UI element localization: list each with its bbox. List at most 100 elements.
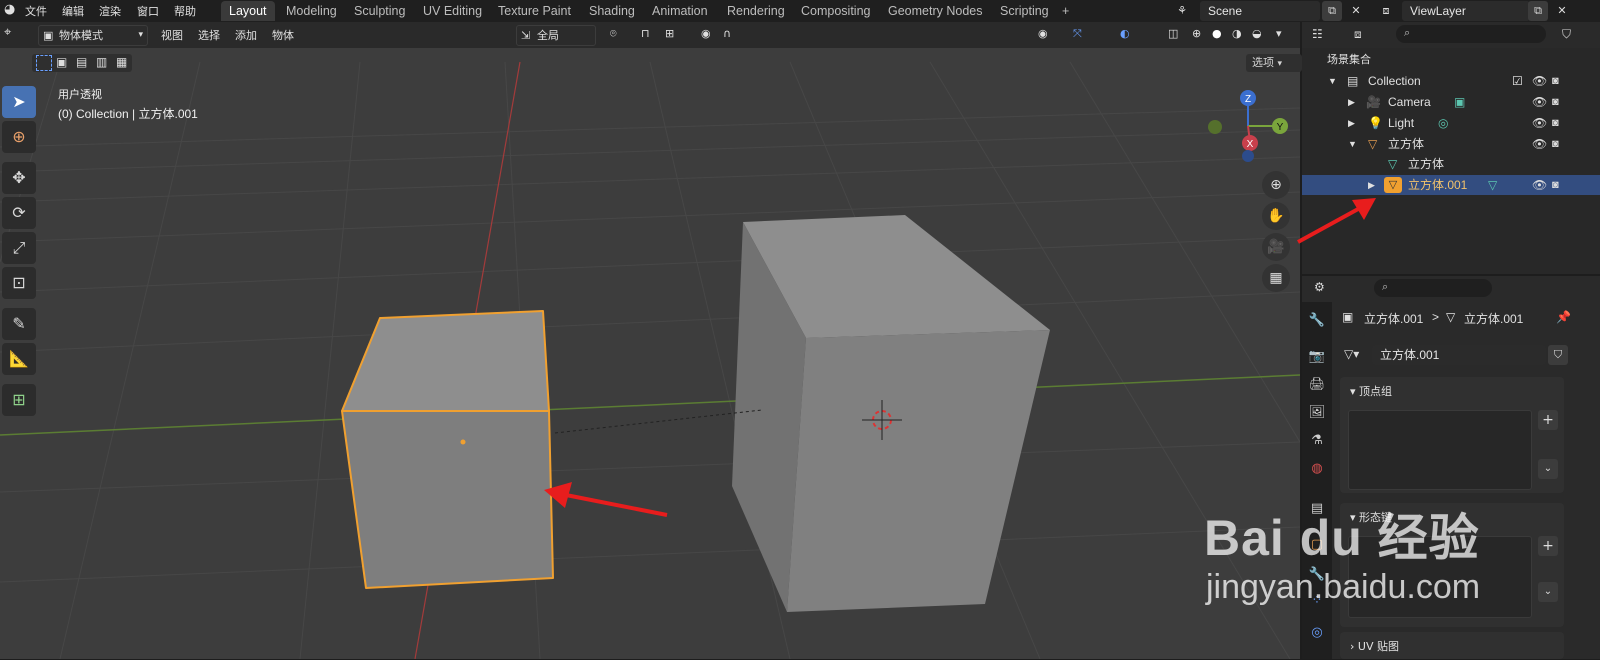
blender-logo-icon[interactable]: ◕ xyxy=(4,2,15,17)
cursor-tool[interactable]: ⊕ xyxy=(2,121,36,153)
outliner-row-camera[interactable]: ▶ 🎥 Camera ▣ 👁 ◙ xyxy=(1302,92,1600,112)
outliner-row-cube[interactable]: ▼ ▽ 立方体 👁 ◙ xyxy=(1302,134,1600,154)
camera-render-icon[interactable]: ◙ xyxy=(1552,71,1559,91)
pin-icon[interactable]: 📌 xyxy=(1556,310,1571,324)
view-layer-tab-icon[interactable]: 🖼 xyxy=(1306,402,1328,424)
zoom-icon[interactable]: ⊕ xyxy=(1262,171,1290,199)
tab-scripting[interactable]: Scripting xyxy=(992,1,1057,21)
menu-edit[interactable]: 编辑 xyxy=(62,3,84,19)
snap-target-icon[interactable]: ⊞ xyxy=(665,27,674,40)
camera-render-icon[interactable]: ◙ xyxy=(1552,92,1559,112)
tab-animation[interactable]: Animation xyxy=(644,1,716,21)
menu-window[interactable]: 窗口 xyxy=(137,3,159,19)
gizmo-neg-z[interactable] xyxy=(1242,150,1254,162)
close-scene-icon[interactable]: ✕ xyxy=(1346,1,1366,21)
selected-cube-object[interactable] xyxy=(341,310,554,589)
visibility-icon[interactable]: ◉ xyxy=(1038,27,1048,40)
material-shading-icon[interactable]: ◑ xyxy=(1232,27,1242,40)
perspective-grid-icon[interactable]: ▦ xyxy=(1262,264,1290,292)
eye-icon[interactable]: 👁 xyxy=(1532,134,1547,154)
view-layer-field[interactable]: ViewLayer xyxy=(1402,1,1530,21)
breadcrumb-object[interactable]: 立方体.001 xyxy=(1364,310,1423,327)
mesh-data-icon[interactable]: ▽ xyxy=(1488,175,1497,195)
select-new-icon[interactable] xyxy=(36,55,52,71)
pivot-point-icon[interactable]: ⌾ xyxy=(610,27,617,41)
tab-compositing[interactable]: Compositing xyxy=(793,1,878,21)
scale-tool[interactable]: ⤢ xyxy=(2,232,36,264)
output-tab-icon[interactable]: 🖨 xyxy=(1306,374,1328,396)
eye-icon[interactable]: 👁 xyxy=(1532,113,1547,133)
shading-options-icon[interactable]: ▾ xyxy=(1276,27,1282,40)
chevron-right-icon[interactable]: ▶ xyxy=(1348,113,1355,133)
gizmo-icon[interactable]: ⤧ xyxy=(1073,27,1082,41)
tab-layout[interactable]: Layout xyxy=(221,1,275,21)
add-shape-key-button[interactable]: + xyxy=(1538,536,1558,556)
world-tab-icon[interactable]: ◍ xyxy=(1306,458,1328,480)
mesh-name-field[interactable]: 立方体.001 xyxy=(1372,345,1546,365)
camera-render-icon[interactable]: ◙ xyxy=(1552,113,1559,133)
menu-render[interactable]: 渲染 xyxy=(99,3,121,19)
menu-add[interactable]: 添加 xyxy=(235,27,257,43)
add-cube-tool[interactable]: ⊞ xyxy=(2,384,36,416)
fake-user-shield-icon[interactable]: ⛉ xyxy=(1548,345,1568,365)
camera-view-icon[interactable]: 🎥 xyxy=(1262,233,1290,261)
menu-file[interactable]: 文件 xyxy=(25,3,47,19)
checkbox-icon[interactable]: ☑ xyxy=(1512,71,1523,91)
properties-search-input[interactable]: ⌕ xyxy=(1374,279,1492,297)
transform-tool[interactable]: ⊡ xyxy=(2,267,36,299)
tab-sculpting[interactable]: Sculpting xyxy=(346,1,413,21)
tool-tab-icon[interactable]: 🔧 xyxy=(1306,310,1328,332)
display-mode-icon[interactable]: ⧈ xyxy=(1354,27,1362,42)
move-tool[interactable]: ✥ xyxy=(2,162,36,194)
falloff-icon[interactable]: ∩ xyxy=(723,27,731,40)
camera-render-icon[interactable]: ◙ xyxy=(1552,175,1559,195)
gizmo-neg-y[interactable] xyxy=(1208,120,1222,134)
shape-key-menu-button[interactable]: ⌄ xyxy=(1538,582,1558,602)
add-workspace-button[interactable]: + xyxy=(1054,1,1077,21)
tab-modeling[interactable]: Modeling xyxy=(278,1,345,21)
transform-orientation-dropdown[interactable]: ⇲ 全局 xyxy=(516,25,596,46)
camera-data-icon[interactable]: ▣ xyxy=(1454,92,1465,112)
select-intersect-icon[interactable]: ▦ xyxy=(116,55,127,69)
overlays-icon[interactable]: ◐ xyxy=(1120,27,1130,40)
wireframe-shading-icon[interactable]: ⊕ xyxy=(1192,27,1201,40)
render-tab-icon[interactable]: 📷 xyxy=(1306,346,1328,368)
outliner-row-collection[interactable]: ▼ ▤ Collection ☑ 👁 ◙ xyxy=(1302,71,1600,91)
new-view-layer-icon[interactable]: ⧉ xyxy=(1528,1,1548,21)
light-data-icon[interactable]: ◎ xyxy=(1438,113,1448,133)
select-subtract-icon[interactable]: ▤ xyxy=(76,55,87,69)
close-view-layer-icon[interactable]: ✕ xyxy=(1552,1,1572,21)
menu-object[interactable]: 物体 xyxy=(272,27,294,43)
rotate-tool[interactable]: ⟳ xyxy=(2,197,36,229)
tab-shading[interactable]: Shading xyxy=(581,1,643,21)
vertex-groups-header[interactable]: ▾ 顶点组 xyxy=(1340,377,1564,405)
mode-dropdown[interactable]: ▣ 物体模式 ▾ xyxy=(38,25,148,46)
cube-object[interactable] xyxy=(732,215,1050,612)
new-scene-icon[interactable]: ⧉ xyxy=(1322,1,1342,21)
tab-rendering[interactable]: Rendering xyxy=(719,1,793,21)
xray-icon[interactable]: ◫ xyxy=(1168,27,1178,40)
pan-hand-icon[interactable]: ✋ xyxy=(1262,202,1290,230)
options-dropdown[interactable]: 选项 ▾ xyxy=(1246,54,1302,72)
scene-tab-icon[interactable]: ⚗ xyxy=(1306,430,1328,452)
eye-icon[interactable]: 👁 xyxy=(1532,71,1547,91)
scene-icon[interactable]: ⚘ xyxy=(1172,1,1192,21)
vertex-group-menu-button[interactable]: ⌄ xyxy=(1538,459,1558,479)
menu-select[interactable]: 选择 xyxy=(198,27,220,43)
measure-tool[interactable]: 📐 xyxy=(2,343,36,375)
filter-icon[interactable]: ⛉ xyxy=(1562,27,1571,42)
tab-geometry-nodes[interactable]: Geometry Nodes xyxy=(880,1,990,21)
select-difference-icon[interactable]: ▥ xyxy=(96,55,107,69)
tab-uv-editing[interactable]: UV Editing xyxy=(415,1,490,21)
outliner-search-input[interactable]: ⌕ xyxy=(1396,25,1546,43)
select-box-tool[interactable]: ➤ xyxy=(2,86,36,118)
add-vertex-group-button[interactable]: + xyxy=(1538,410,1558,430)
eye-icon[interactable]: 👁 xyxy=(1532,92,1547,112)
menu-view[interactable]: 视图 xyxy=(161,27,183,43)
editor-type-icon[interactable]: ⌖ xyxy=(4,25,11,40)
chevron-down-icon[interactable]: ▼ xyxy=(1348,134,1357,154)
proportional-edit-icon[interactable]: ◉ xyxy=(701,27,711,40)
menu-help[interactable]: 帮助 xyxy=(174,3,196,19)
outliner-row-light[interactable]: ▶ 💡 Light ◎ 👁 ◙ xyxy=(1302,113,1600,133)
breadcrumb-mesh[interactable]: 立方体.001 xyxy=(1464,310,1523,327)
